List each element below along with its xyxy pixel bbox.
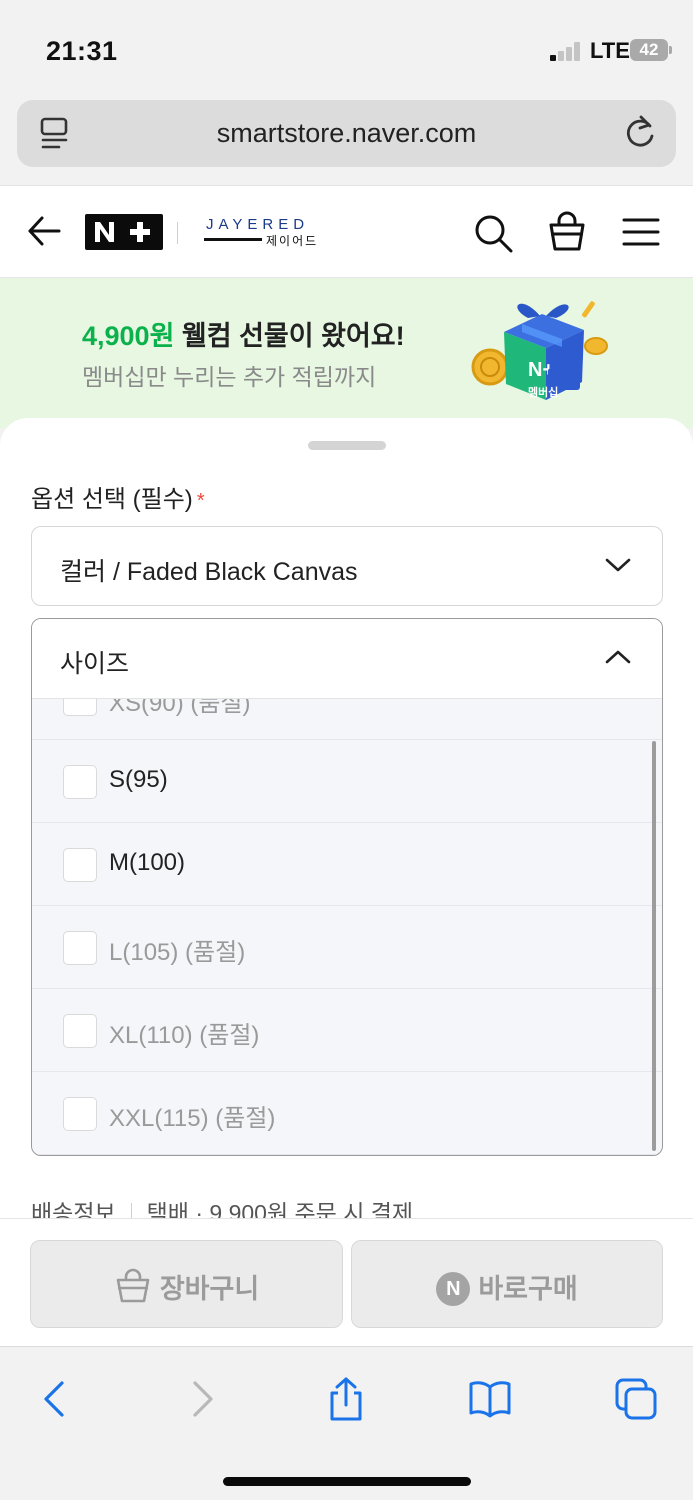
- size-select-label: 사이즈: [60, 650, 130, 678]
- tabs-icon[interactable]: [614, 1377, 658, 1421]
- browser-back-icon[interactable]: [32, 1377, 76, 1421]
- home-indicator[interactable]: [223, 1477, 471, 1486]
- option-bottom-sheet: 옵션 선택 (필수) * 컬러 / Faded Black Canvas 사이즈 …: [0, 418, 693, 1348]
- option-section-title: 옵션 선택 (필수) *: [31, 479, 205, 514]
- size-checkbox[interactable]: [63, 931, 97, 965]
- membership-gift-box-icon: N+ 멤버십: [471, 301, 608, 400]
- gift-membership-label: 멤버십: [528, 385, 558, 399]
- browser-forward-icon[interactable]: [181, 1377, 225, 1421]
- back-arrow-icon[interactable]: [26, 213, 62, 249]
- address-bar[interactable]: smartstore.naver.com: [17, 100, 676, 167]
- color-select-value: 컬러 / Faded Black Canvas: [60, 558, 358, 586]
- size-option[interactable]: S(95): [32, 740, 662, 823]
- search-icon[interactable]: [472, 212, 514, 254]
- size-option[interactable]: M(100): [32, 823, 662, 906]
- purchase-action-bar: 장바구니 N 바로구매: [0, 1218, 693, 1348]
- network-type: LTE: [590, 38, 630, 63]
- size-checkbox[interactable]: [63, 1014, 97, 1048]
- chevron-up-icon: [605, 650, 631, 664]
- promo-subtext: 멤버십만 누리는 추가 적립까지: [82, 364, 377, 390]
- buy-now-button[interactable]: N 바로구매: [351, 1240, 663, 1328]
- option-section-title-text: 옵션 선택 (필수): [31, 486, 193, 513]
- size-checkbox[interactable]: [63, 765, 97, 799]
- size-option[interactable]: XL(110) (품절): [32, 989, 662, 1072]
- size-checkbox[interactable]: [63, 1097, 97, 1131]
- size-option[interactable]: L(105) (품절): [32, 906, 662, 989]
- size-option-label: XL(110) (품절): [109, 1022, 260, 1049]
- naver-pay-icon: N: [436, 1272, 471, 1306]
- status-bar: 21:31 LTE 42: [0, 0, 693, 96]
- shopping-bag-icon[interactable]: [545, 210, 589, 254]
- promo-headline: 4,900원 웰컴 선물이 왔어요!: [82, 314, 405, 353]
- required-mark: *: [196, 490, 205, 512]
- size-select[interactable]: 사이즈 XS(90) (품절) S(95) M(100) L(105) (품절): [31, 618, 663, 1156]
- brand-logo[interactable]: JAYERED 제이어드: [204, 216, 322, 250]
- cellular-signal-icon: [550, 41, 582, 61]
- naver-plus-logo-mark: [95, 222, 150, 242]
- brand-name-ko: 제이어드: [266, 234, 319, 248]
- color-select[interactable]: 컬러 / Faded Black Canvas: [31, 526, 663, 606]
- membership-promo-banner[interactable]: 4,900원 웰컴 선물이 왔어요! 멤버십만 누리는 추가 적립까지 N+ 멤…: [0, 278, 693, 428]
- sheet-drag-handle[interactable]: [308, 441, 386, 450]
- size-select-header[interactable]: 사이즈: [32, 619, 662, 699]
- size-checkbox[interactable]: [63, 848, 97, 882]
- brand-name-en: JAYERED: [206, 216, 310, 233]
- size-list-scrollbar[interactable]: [652, 741, 656, 1151]
- chevron-down-icon: [605, 558, 631, 572]
- browser-toolbar: [0, 1346, 693, 1500]
- battery-icon: 42: [630, 39, 672, 61]
- shopping-bag-icon: [116, 1268, 150, 1303]
- size-option-label: M(100): [109, 849, 186, 876]
- store-header: JAYERED 제이어드: [0, 185, 693, 278]
- cart-button-content: 장바구니: [31, 1267, 342, 1306]
- naver-plus-logo[interactable]: [85, 214, 163, 250]
- reload-icon[interactable]: [622, 114, 658, 152]
- status-time: 21:31: [46, 36, 118, 66]
- bookmarks-icon[interactable]: [468, 1377, 512, 1421]
- url-text[interactable]: smartstore.naver.com: [17, 118, 676, 149]
- size-option-label: S(95): [109, 766, 168, 793]
- buy-now-label: 바로구매: [478, 1274, 578, 1304]
- brand-divider: [177, 222, 178, 244]
- size-option[interactable]: XXL(115) (품절): [32, 1072, 662, 1155]
- size-option-label: L(105) (품절): [109, 939, 246, 966]
- buy-button-content: N 바로구매: [352, 1267, 662, 1306]
- size-option-label: XXL(115) (품절): [109, 1105, 276, 1132]
- share-icon[interactable]: [324, 1377, 368, 1421]
- add-to-cart-button[interactable]: 장바구니: [30, 1240, 343, 1328]
- hamburger-menu-icon[interactable]: [622, 216, 660, 248]
- brand-underline: [204, 238, 262, 241]
- promo-amount: 4,900원: [82, 321, 175, 351]
- size-option-list[interactable]: XS(90) (품절) S(95) M(100) L(105) (품절) XL(…: [32, 657, 662, 1155]
- promo-headline-text: 웰컴 선물이 왔어요!: [174, 321, 405, 351]
- add-to-cart-label: 장바구니: [159, 1274, 260, 1304]
